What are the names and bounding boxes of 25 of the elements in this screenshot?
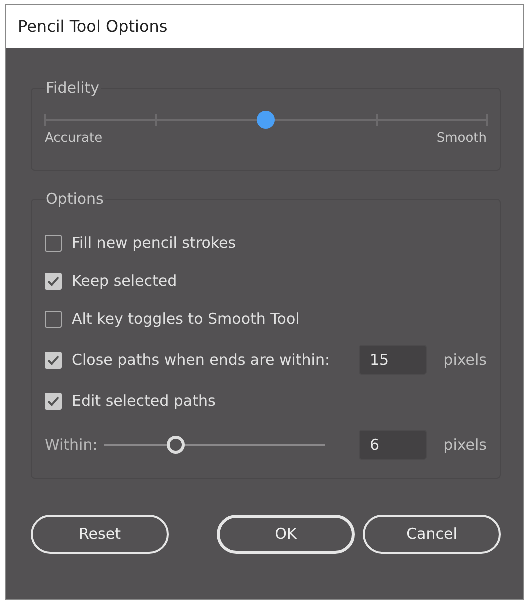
checkbox[interactable] <box>45 392 62 410</box>
slider-thumb[interactable] <box>257 111 275 129</box>
number-field[interactable]: 15 <box>359 345 427 375</box>
unit-label: pixels <box>442 350 487 371</box>
slider-max-label: Smooth <box>436 130 487 148</box>
checkbox-label: Alt key toggles to Smooth Tool <box>72 308 300 330</box>
fidelity-slider[interactable] <box>45 111 487 129</box>
slider-min-label: Accurate <box>45 130 103 148</box>
checkbox-label: Keep selected <box>72 270 178 292</box>
checkbox[interactable] <box>45 272 62 290</box>
checkbox-label: Close paths when ends are within: <box>72 350 330 371</box>
checkbox[interactable] <box>45 352 62 368</box>
slider-thumb[interactable] <box>166 436 185 454</box>
checkbox-label: Fill new pencil strokes <box>72 232 236 254</box>
checkbox[interactable] <box>45 234 62 252</box>
dialog-button[interactable]: Reset <box>31 515 169 554</box>
checkbox-label: Edit selected paths <box>72 390 216 412</box>
checkbox[interactable] <box>45 310 62 328</box>
unit-label: pixels <box>442 434 487 456</box>
slider-label: Within: <box>45 434 98 456</box>
number-field[interactable]: 6 <box>359 430 427 460</box>
dialog-button[interactable]: OK <box>217 515 355 554</box>
group-title: Options <box>45 190 105 208</box>
group-title: Fidelity <box>45 79 101 97</box>
dialog-button[interactable]: Cancel <box>363 515 501 554</box>
